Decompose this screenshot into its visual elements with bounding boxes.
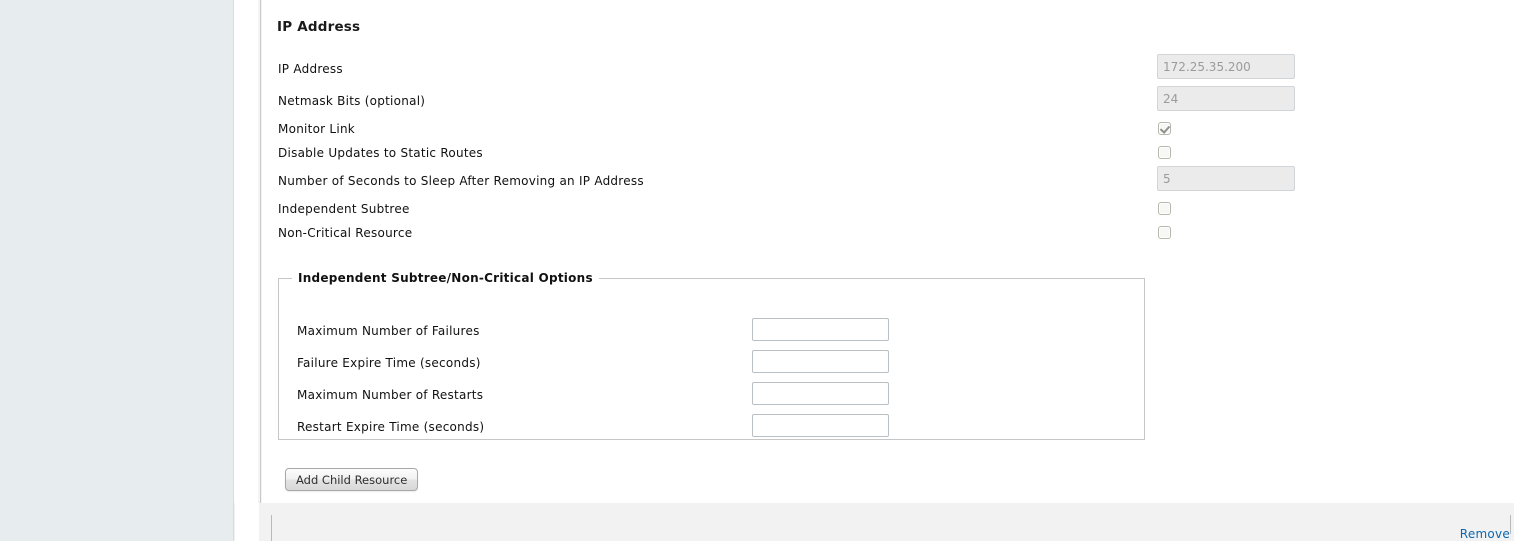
- field-control-wrap: [1157, 54, 1295, 79]
- form-row: Non-Critical Resource: [262, 225, 1514, 247]
- field-label: Non-Critical Resource: [278, 226, 413, 240]
- fieldset-row: Maximum Number of Failures: [279, 318, 1144, 343]
- form-row: Monitor Link: [262, 121, 1514, 143]
- field-label: Netmask Bits (optional): [278, 94, 426, 108]
- text-input: [1157, 166, 1295, 191]
- checkbox[interactable]: [1158, 146, 1171, 159]
- form-row: Independent Subtree: [262, 201, 1514, 223]
- text-input: [1157, 54, 1295, 79]
- field-label: IP Address: [278, 62, 343, 76]
- fieldset-field-control-wrap: [752, 350, 889, 373]
- field-label: Disable Updates to Static Routes: [278, 146, 483, 160]
- text-input[interactable]: [752, 350, 889, 373]
- fieldset-field-label: Restart Expire Time (seconds): [297, 420, 485, 434]
- fieldset-field-label: Maximum Number of Failures: [297, 324, 480, 338]
- sidebar-content-gap: [235, 0, 258, 541]
- fieldset-field-control-wrap: [752, 318, 889, 341]
- fieldset-field-control-wrap: [752, 382, 889, 405]
- resource-footer-bar: Remove: [0, 503, 1514, 541]
- field-label: Number of Seconds to Sleep After Removin…: [278, 174, 644, 188]
- field-control-wrap: [1158, 226, 1171, 242]
- fieldset-row: Restart Expire Time (seconds): [279, 414, 1144, 439]
- footer-right-divider: [1510, 515, 1511, 534]
- field-control-wrap: [1158, 146, 1171, 162]
- remove-link[interactable]: Remove: [1460, 527, 1510, 541]
- field-control-wrap: [1158, 202, 1171, 218]
- fieldset-row: Maximum Number of Restarts: [279, 382, 1144, 407]
- form-row: IP Address: [262, 54, 1514, 83]
- form-row: Disable Updates to Static Routes: [262, 145, 1514, 167]
- field-label: Monitor Link: [278, 122, 356, 136]
- form-row: Netmask Bits (optional): [262, 86, 1514, 115]
- fieldset-legend: Independent Subtree/Non-Critical Options: [298, 271, 593, 285]
- checkbox[interactable]: [1158, 226, 1171, 239]
- fieldset-field-control-wrap: [752, 414, 889, 437]
- left-sidebar-panel: [0, 0, 234, 541]
- footer-left-divider: [271, 515, 272, 541]
- ip-address-resource-form: IP Address IP Address Netmask Bits (optio…: [262, 0, 1514, 503]
- fieldset-row: Failure Expire Time (seconds): [279, 350, 1144, 375]
- footer-gap-fill: [235, 503, 259, 541]
- text-input[interactable]: [752, 318, 889, 341]
- add-child-resource-button[interactable]: Add Child Resource: [285, 468, 419, 491]
- checkbox: [1158, 122, 1171, 135]
- field-label: Independent Subtree: [278, 202, 410, 216]
- field-control-wrap: [1157, 166, 1295, 191]
- text-input[interactable]: [752, 382, 889, 405]
- checkbox[interactable]: [1158, 202, 1171, 215]
- text-input[interactable]: [752, 414, 889, 437]
- form-row: Number of Seconds to Sleep After Removin…: [262, 166, 1514, 195]
- fieldset-field-label: Maximum Number of Restarts: [297, 388, 484, 402]
- fieldset-field-label: Failure Expire Time (seconds): [297, 356, 481, 370]
- text-input: [1157, 86, 1295, 111]
- page-title: IP Address: [277, 19, 361, 35]
- footer-sidebar-fill: [0, 503, 234, 541]
- field-control-wrap: [1158, 122, 1171, 138]
- field-control-wrap: [1157, 86, 1295, 111]
- content-vertical-divider: [260, 0, 261, 503]
- independent-subtree-options-fieldset: Independent Subtree/Non-Critical Options…: [278, 271, 1145, 440]
